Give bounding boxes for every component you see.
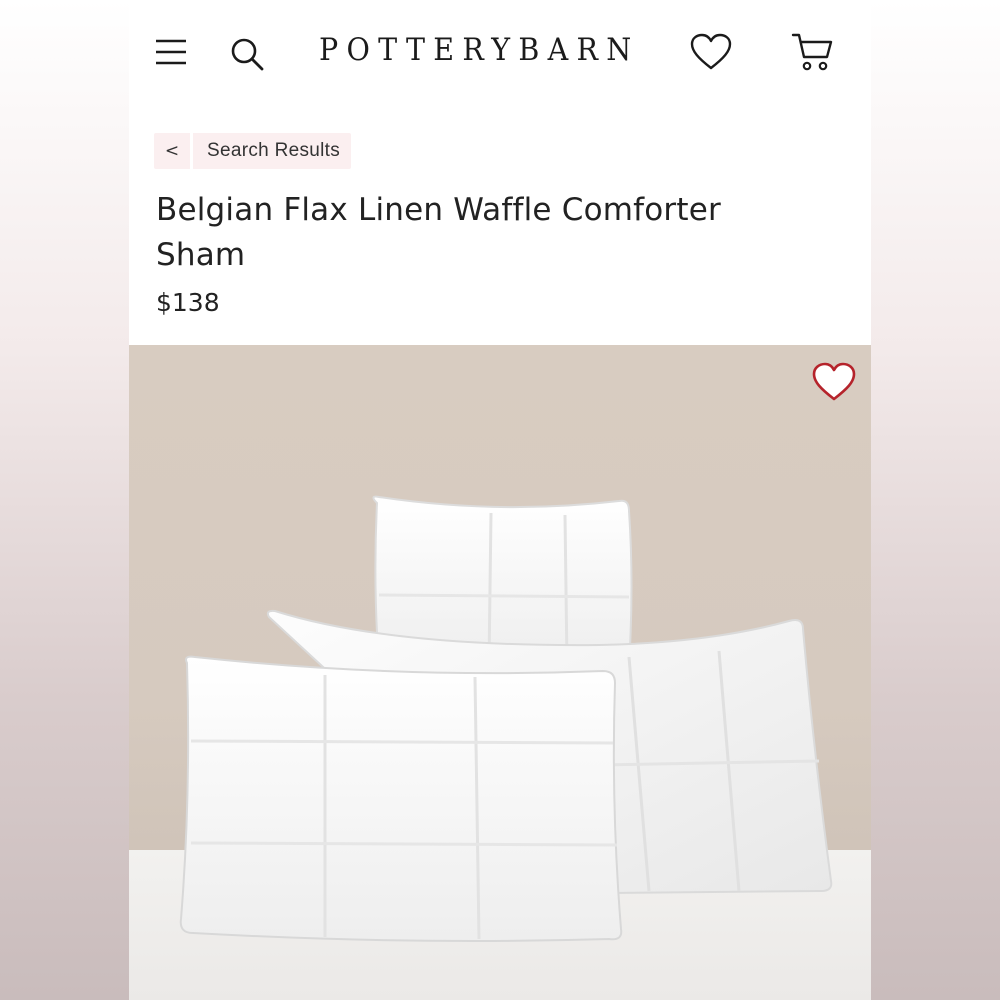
product-price: $138 bbox=[156, 288, 220, 317]
breadcrumb-search-results-link[interactable]: Search Results bbox=[193, 133, 351, 169]
wishlist-button[interactable] bbox=[685, 28, 737, 76]
menu-button[interactable] bbox=[149, 30, 193, 74]
image-wishlist-button[interactable] bbox=[809, 359, 859, 405]
cart-button[interactable] bbox=[787, 28, 839, 76]
product-image[interactable] bbox=[129, 345, 871, 1000]
search-button[interactable] bbox=[225, 32, 269, 76]
heart-outline-icon bbox=[812, 362, 856, 401]
hamburger-menu-icon bbox=[156, 39, 186, 65]
shopping-cart-icon bbox=[791, 33, 833, 71]
brand-logo[interactable]: POTTERYBARN bbox=[319, 30, 631, 70]
chevron-left-icon[interactable]: < bbox=[154, 133, 193, 169]
heart-outline-icon bbox=[690, 33, 732, 70]
search-icon bbox=[231, 38, 264, 71]
phone-screen: POTTERYBARN < Search Results Belgian Fla… bbox=[129, 0, 871, 1000]
site-header: POTTERYBARN bbox=[129, 0, 871, 100]
pillow-shams-photo bbox=[179, 495, 833, 942]
breadcrumb[interactable]: < Search Results bbox=[154, 133, 352, 169]
product-title: Belgian Flax Linen Waffle Comforter Sham bbox=[156, 192, 721, 273]
